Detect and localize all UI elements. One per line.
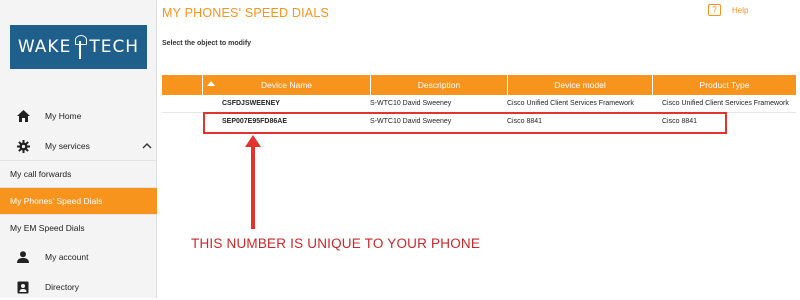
column-header-product-type[interactable]: Product Type (652, 75, 796, 95)
help-label: Help (732, 5, 749, 15)
logo-text-right: TECH (89, 37, 140, 57)
contact-card-icon (16, 280, 30, 294)
cell-device-name[interactable]: CSFDJSWEENEY (222, 95, 280, 113)
sidebar-item-label: My services (45, 141, 90, 151)
help-button[interactable]: ? Help (708, 4, 748, 16)
sidebar-item-my-home[interactable]: My Home (0, 103, 157, 129)
gear-icon (16, 139, 30, 153)
home-icon (16, 109, 30, 123)
chevron-up-icon[interactable] (142, 141, 152, 152)
annotation-arrow (251, 145, 255, 229)
wake-tech-logo[interactable]: WAKE TECH (10, 25, 147, 69)
torch-icon (75, 35, 88, 59)
column-header-description[interactable]: Description (370, 75, 507, 95)
sidebar-item-label: My account (45, 252, 89, 262)
sidebar-subitem-em-speed-dials[interactable]: My EM Speed Dials (0, 214, 157, 241)
column-header-device-name[interactable]: Device Name (202, 75, 370, 95)
page-title: MY PHONES' SPEED DIALS (162, 6, 330, 20)
sidebar-item-label: My Home (45, 111, 82, 121)
sidebar-subitem-phones-speed-dials[interactable]: My Phones' Speed Dials (0, 187, 157, 214)
cell-device-model: Cisco Unified Client Services Framework (507, 100, 634, 107)
sidebar-subitem-label: My Phones' Speed Dials (10, 196, 103, 206)
sidebar-item-directory[interactable]: Directory (0, 274, 157, 300)
sidebar-item-label: Directory (45, 282, 80, 292)
row-highlight-box (203, 112, 727, 134)
sidebar-subitem-call-forwards[interactable]: My call forwards (0, 160, 157, 187)
table-row[interactable]: CSFDJSWEENEY S-WTC10 David Sweeney Cisco… (162, 95, 796, 113)
annotation-text: THIS NUMBER IS UNIQUE TO YOUR PHONE (191, 236, 481, 251)
sidebar-item-my-account[interactable]: My account (0, 244, 157, 270)
person-icon (16, 250, 30, 264)
column-header-device-model[interactable]: Device model (507, 75, 652, 95)
sidebar-subitem-label: My EM Speed Dials (10, 223, 85, 233)
page-subtitle: Select the object to modify (162, 40, 252, 47)
sidebar-item-my-services[interactable]: My services (0, 133, 157, 159)
cell-description: S-WTC10 David Sweeney (370, 100, 452, 107)
sidebar-subitem-label: My call forwards (10, 169, 72, 179)
help-icon: ? (708, 4, 721, 16)
logo-text-left: WAKE (17, 37, 72, 57)
sidebar: WAKE TECH My Home My services My call fo… (0, 0, 157, 298)
table-header: Device Name Description Device model Pro… (162, 75, 796, 95)
cell-product-type: Cisco Unified Client Services Framework (662, 100, 789, 107)
